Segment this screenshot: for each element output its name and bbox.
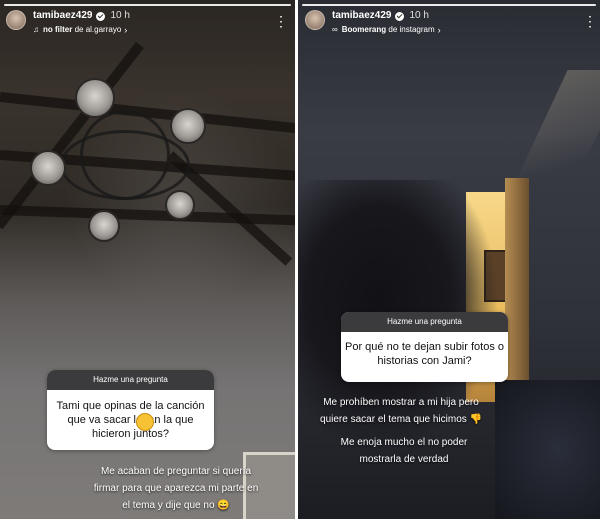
caption-line: quiere sacar el tema que hicimos 👎: [320, 414, 482, 425]
story-caption-secondary: Me enoja mucho el no poder mostrarla de …: [340, 434, 468, 468]
effect-author: de instagram: [388, 25, 435, 34]
story-caption: Me acaban de preguntar si quería firmar …: [60, 463, 292, 514]
verified-badge-icon: [96, 11, 106, 21]
question-line: historias con Jami?: [377, 355, 472, 367]
question-line: Por qué no te dejan subir fotos o: [345, 341, 504, 353]
story-progress-bar: [4, 4, 291, 6]
question-text: Tami que opinas de la canción que va sac…: [47, 390, 214, 441]
effect-attribution[interactable]: ∞ Boomerang de instagram ›: [332, 24, 441, 36]
audio-attribution[interactable]: ♫ no filter de al.garrayo ›: [33, 24, 130, 36]
post-time: 10 h: [110, 10, 130, 21]
username[interactable]: tamibaez429: [33, 10, 92, 22]
question-line: hicieron juntos?: [91, 428, 170, 440]
question-text: Por qué no te dejan subir fotos o histor…: [341, 332, 508, 368]
story-header: tamibaez429 10 h ♫ no filter de al.garra…: [6, 10, 130, 36]
verified-badge-icon: [395, 11, 405, 21]
lamp-bulb: [88, 210, 120, 242]
story-header: tamibaez429 10 h ∞ Boomerang de instagra…: [305, 10, 441, 36]
lamp-bulb: [165, 190, 195, 220]
caption-line: mostrarla de verdad: [359, 454, 449, 465]
filter-name: no filter: [43, 25, 73, 34]
question-line: que va sacar logan la que: [67, 414, 194, 426]
avatar[interactable]: [305, 10, 325, 30]
story-caption: Me prohíben mostrar a mi hija pero quier…: [318, 394, 484, 428]
story-left[interactable]: tamibaez429 10 h ♫ no filter de al.garra…: [0, 0, 295, 519]
filter-author: de al.garrayo: [74, 25, 122, 34]
caption-line: el tema y dije que no 😄: [122, 500, 230, 511]
lamp-bulb: [170, 108, 206, 144]
question-sticker[interactable]: Hazme una pregunta Tami que opinas de la…: [47, 370, 214, 450]
question-sticker[interactable]: Hazme una pregunta Por qué no te dejan s…: [341, 312, 508, 382]
question-line: Tami que opinas de la canción: [56, 400, 205, 412]
chandelier-ring: [60, 130, 190, 200]
caption-line: firmar para que aparezca mi parte en: [93, 483, 259, 494]
caption-line: Me acaban de preguntar si quería: [100, 466, 252, 477]
caption-line: Me prohíben mostrar a mi hija pero: [323, 397, 479, 408]
question-sticker-header: Hazme una pregunta: [47, 370, 214, 390]
lamp-bulb: [30, 150, 66, 186]
boomerang-icon: ∞: [332, 25, 338, 34]
avatar[interactable]: [6, 10, 26, 30]
lamp-bulb: [75, 78, 115, 118]
blanket: [495, 380, 600, 519]
more-options-icon[interactable]: ⋮: [274, 14, 288, 28]
story-progress-bar: [302, 4, 596, 6]
post-time: 10 h: [409, 10, 429, 21]
worried-face-emoji-icon: [136, 413, 154, 431]
more-options-icon[interactable]: ⋮: [583, 14, 597, 28]
question-sticker-header: Hazme una pregunta: [341, 312, 508, 332]
effect-name: Boomerang: [341, 25, 387, 34]
music-note-icon: ♫: [33, 25, 39, 34]
chevron-right-icon: ›: [124, 25, 128, 35]
caption-line: Me enoja mucho el no poder: [340, 437, 468, 448]
username[interactable]: tamibaez429: [332, 10, 391, 22]
chevron-right-icon: ›: [437, 25, 441, 35]
